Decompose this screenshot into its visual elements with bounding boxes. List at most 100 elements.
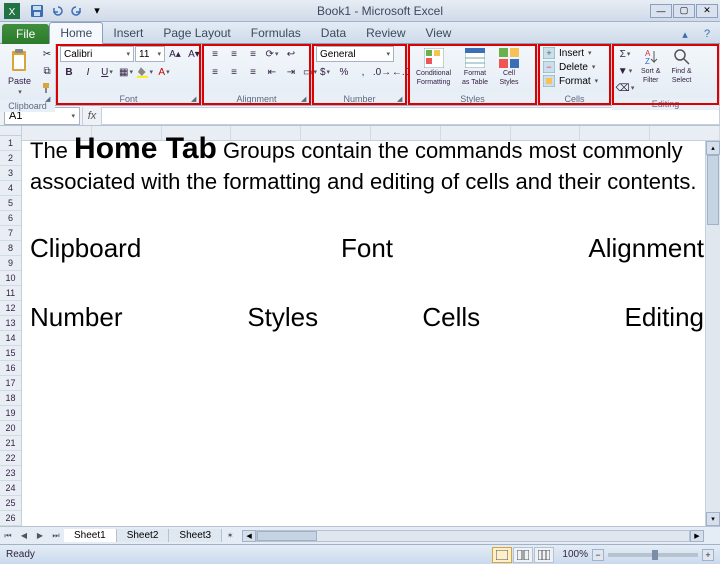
- sheet-grid[interactable]: ▴ ▾ The Home Tab Groups contain the comm…: [22, 126, 720, 526]
- tab-page-layout[interactable]: Page Layout: [153, 23, 240, 43]
- border-icon[interactable]: ▦▾: [117, 64, 135, 80]
- conditional-formatting-button[interactable]: Conditional Formatting: [412, 46, 455, 88]
- align-left-icon[interactable]: ≡: [206, 64, 224, 80]
- normal-view-button[interactable]: [492, 547, 512, 563]
- scroll-thumb[interactable]: [707, 155, 719, 225]
- underline-button[interactable]: U▾: [98, 64, 116, 80]
- zoom-slider[interactable]: [608, 553, 698, 557]
- align-center-icon[interactable]: ≡: [225, 64, 243, 80]
- percent-icon[interactable]: %: [335, 64, 353, 80]
- format-as-table-button[interactable]: Format as Table: [458, 46, 492, 88]
- font-name-select[interactable]: Calibri▾: [60, 46, 134, 62]
- zoom-in-button[interactable]: +: [702, 549, 714, 561]
- vertical-scrollbar[interactable]: ▴ ▾: [705, 141, 720, 526]
- file-tab[interactable]: File: [2, 24, 49, 44]
- row-header[interactable]: 24: [0, 481, 21, 496]
- tab-home[interactable]: Home: [49, 22, 103, 44]
- minimize-ribbon-icon[interactable]: ▴: [676, 25, 694, 43]
- row-header[interactable]: 9: [0, 256, 21, 271]
- sheet-tab-3[interactable]: Sheet3: [169, 529, 222, 542]
- fill-icon[interactable]: ▼▾: [616, 63, 634, 79]
- row-header[interactable]: 16: [0, 361, 21, 376]
- copy-icon[interactable]: ⧉: [38, 63, 56, 79]
- row-header[interactable]: 14: [0, 331, 21, 346]
- sheet-nav-last-icon[interactable]: ⏭: [48, 528, 64, 544]
- delete-cells-button[interactable]: −Delete▾: [542, 60, 595, 74]
- grow-font-icon[interactable]: A▴: [166, 46, 184, 62]
- row-header[interactable]: 25: [0, 496, 21, 511]
- align-bottom-icon[interactable]: ≡: [244, 46, 262, 62]
- number-launcher-icon[interactable]: ◢: [397, 95, 405, 103]
- minimize-button[interactable]: —: [650, 4, 672, 18]
- zoom-out-button[interactable]: −: [592, 549, 604, 561]
- cut-icon[interactable]: ✂: [38, 46, 56, 62]
- page-break-view-button[interactable]: [534, 547, 554, 563]
- tab-data[interactable]: Data: [311, 23, 356, 43]
- scroll-up-icon[interactable]: ▴: [706, 141, 720, 155]
- row-header[interactable]: 7: [0, 226, 21, 241]
- row-header[interactable]: 22: [0, 451, 21, 466]
- row-header[interactable]: 20: [0, 421, 21, 436]
- maximize-button[interactable]: ▢: [673, 4, 695, 18]
- font-color-icon[interactable]: A▾: [155, 64, 173, 80]
- row-header[interactable]: 1: [0, 136, 21, 151]
- number-format-select[interactable]: General▾: [316, 46, 394, 62]
- row-header[interactable]: 13: [0, 316, 21, 331]
- row-header[interactable]: 26: [0, 511, 21, 526]
- align-top-icon[interactable]: ≡: [206, 46, 224, 62]
- row-header[interactable]: 12: [0, 301, 21, 316]
- italic-button[interactable]: I: [79, 64, 97, 80]
- format-cells-button[interactable]: Format▾: [542, 74, 598, 88]
- horizontal-scrollbar[interactable]: ◀ ▶: [242, 529, 704, 543]
- row-header[interactable]: 23: [0, 466, 21, 481]
- sheet-tab-1[interactable]: Sheet1: [64, 529, 117, 542]
- row-header[interactable]: 15: [0, 346, 21, 361]
- wrap-text-icon[interactable]: ↩: [282, 46, 300, 62]
- save-icon[interactable]: [28, 2, 46, 20]
- sheet-nav-next-icon[interactable]: ▶: [32, 528, 48, 544]
- tab-formulas[interactable]: Formulas: [241, 23, 311, 43]
- tab-review[interactable]: Review: [356, 23, 415, 43]
- sheet-nav-first-icon[interactable]: ⏮: [0, 528, 16, 544]
- fill-color-icon[interactable]: ▾: [136, 64, 154, 80]
- find-select-button[interactable]: Find & Select: [667, 46, 695, 86]
- row-header[interactable]: 19: [0, 406, 21, 421]
- zoom-thumb[interactable]: [652, 550, 658, 560]
- accounting-format-icon[interactable]: $▾: [316, 64, 334, 80]
- format-painter-icon[interactable]: [38, 80, 56, 96]
- scroll-down-icon[interactable]: ▾: [706, 512, 720, 526]
- alignment-launcher-icon[interactable]: ◢: [301, 95, 309, 103]
- font-size-select[interactable]: 11▾: [135, 46, 165, 62]
- align-right-icon[interactable]: ≡: [244, 64, 262, 80]
- new-sheet-icon[interactable]: ✶: [222, 528, 238, 544]
- row-header[interactable]: 21: [0, 436, 21, 451]
- select-all-corner[interactable]: [0, 126, 22, 136]
- scroll-thumb[interactable]: [257, 531, 317, 541]
- tab-view[interactable]: View: [416, 23, 462, 43]
- row-header[interactable]: 17: [0, 376, 21, 391]
- row-header[interactable]: 8: [0, 241, 21, 256]
- help-icon[interactable]: ?: [698, 25, 716, 43]
- increase-indent-icon[interactable]: ⇥: [282, 64, 300, 80]
- sheet-nav-prev-icon[interactable]: ◀: [16, 528, 32, 544]
- sort-filter-button[interactable]: AZ Sort & Filter: [637, 46, 664, 86]
- close-button[interactable]: ✕: [696, 4, 718, 18]
- row-header[interactable]: 3: [0, 166, 21, 181]
- row-header[interactable]: 6: [0, 211, 21, 226]
- cell-styles-button[interactable]: Cell Styles: [495, 46, 523, 88]
- shrink-font-icon[interactable]: A▾: [185, 46, 203, 62]
- row-header[interactable]: 5: [0, 196, 21, 211]
- qat-customize-icon[interactable]: ▾: [88, 2, 106, 20]
- clipboard-launcher-icon[interactable]: ◢: [45, 95, 53, 103]
- row-header[interactable]: 4: [0, 181, 21, 196]
- undo-icon[interactable]: [48, 2, 66, 20]
- clear-icon[interactable]: ⌫▾: [616, 80, 634, 96]
- orientation-icon[interactable]: ⟳▾: [263, 46, 281, 62]
- decrease-indent-icon[interactable]: ⇤: [263, 64, 281, 80]
- autosum-icon[interactable]: Σ▾: [616, 46, 634, 62]
- tab-insert[interactable]: Insert: [103, 23, 153, 43]
- align-middle-icon[interactable]: ≡: [225, 46, 243, 62]
- page-layout-view-button[interactable]: [513, 547, 533, 563]
- increase-decimal-icon[interactable]: .0→: [373, 64, 391, 80]
- sheet-tab-2[interactable]: Sheet2: [117, 529, 170, 542]
